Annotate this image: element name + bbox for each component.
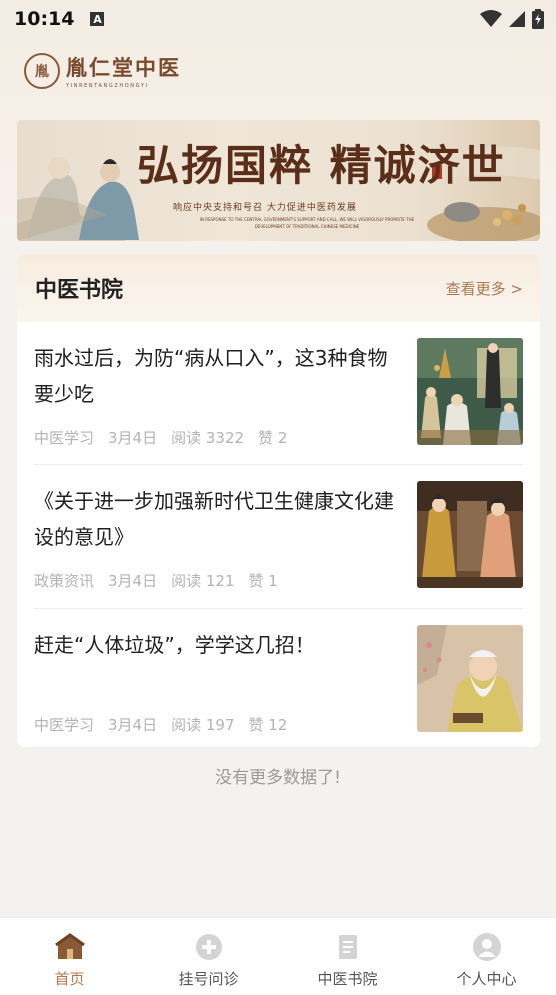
view-more-link[interactable]: 查看更多 > — [446, 278, 523, 299]
article-item[interactable]: 雨水过后，为防“病从口入”，这3种食物要少吃 中医学习 3月4日 阅读 3322… — [34, 322, 523, 466]
section-header: 中医书院 查看更多 > — [17, 254, 540, 322]
article-likes: 赞 1 — [248, 572, 278, 590]
article-title: 《关于进一步加强新时代卫生健康文化建设的意见》 — [34, 489, 394, 549]
tab-consult[interactable]: 挂号问诊 — [139, 918, 278, 995]
wifi-icon — [480, 10, 502, 27]
bottom-tab-bar: 首页 挂号问诊 中医书院 个人中心 — [0, 917, 556, 995]
article-date: 3月4日 — [108, 572, 158, 590]
academy-card: 中医书院 查看更多 > 雨水过后，为防“病从口入”，这3种食物要少吃 中医学习 … — [17, 254, 540, 747]
article-item[interactable]: 《关于进一步加强新时代卫生健康文化建设的意见》 政策资讯 3月4日 阅读 121… — [34, 465, 523, 609]
article-title: 雨水过后，为防“病从口入”，这3种食物要少吃 — [34, 346, 388, 406]
tab-label: 挂号问诊 — [178, 970, 239, 988]
tab-profile[interactable]: 个人中心 — [417, 918, 556, 995]
no-more-data: 没有更多数据了! — [215, 768, 341, 788]
promo-banner[interactable]: 弘扬国粹 精诚济世 响应中央支持和号召 大力促进中医药发展 IN RESPONS… — [17, 120, 540, 241]
app-logo: 胤 胤仁堂中医 YINRENTANGZHONGYI — [24, 52, 181, 89]
tab-label: 首页 — [54, 970, 85, 988]
status-bar: 10:14 A — [0, 0, 556, 38]
banner-english: IN RESPONSE TO THE CENTRAL GOVERNMENT'S … — [199, 217, 415, 229]
notification-indicator: A — [90, 12, 105, 26]
logo-seal-icon: 胤 — [24, 52, 60, 89]
tab-label: 个人中心 — [456, 970, 517, 988]
article-category: 中医学习 — [34, 429, 95, 447]
status-icons — [480, 9, 544, 29]
article-category: 中医学习 — [34, 716, 95, 734]
logo-name: 胤仁堂中医 — [66, 55, 181, 80]
section-title: 中医书院 — [35, 278, 124, 303]
article-meta: 中医学习 3月4日 阅读 3322 赞 2 — [34, 427, 287, 448]
article-thumbnail — [417, 481, 523, 588]
banner-headline: 弘扬国粹 精诚济世 — [137, 141, 506, 190]
article-category: 政策资讯 — [34, 572, 95, 590]
article-reads: 阅读 121 — [171, 572, 235, 590]
person-icon — [472, 933, 501, 961]
article-meta: 中医学习 3月4日 阅读 197 赞 12 — [34, 714, 287, 735]
article-reads: 阅读 197 — [171, 716, 235, 734]
tab-label: 中医书院 — [317, 970, 378, 988]
article-title: 赶走“人体垃圾”，学学这几招！ — [34, 633, 315, 657]
article-item[interactable]: 赶走“人体垃圾”，学学这几招！ 中医学习 3月4日 阅读 197 赞 12 — [34, 609, 523, 747]
signal-icon — [509, 11, 525, 27]
consult-plus-icon — [195, 934, 222, 960]
book-icon — [338, 935, 357, 959]
article-meta: 政策资讯 3月4日 阅读 121 赞 1 — [34, 570, 278, 591]
home-icon — [54, 933, 85, 959]
article-reads: 阅读 3322 — [171, 429, 245, 447]
article-likes: 赞 2 — [258, 429, 288, 447]
battery-icon — [532, 9, 544, 29]
tab-academy[interactable]: 中医书院 — [278, 918, 417, 995]
article-thumbnail — [417, 338, 523, 445]
logo-pinyin: YINRENTANGZHONGYI — [66, 83, 149, 89]
article-likes: 赞 12 — [248, 716, 288, 734]
status-time: 10:14 — [14, 8, 75, 30]
article-date: 3月4日 — [108, 429, 158, 447]
banner-subline: 响应中央支持和号召 大力促进中医药发展 — [173, 203, 357, 213]
article-date: 3月4日 — [108, 716, 158, 734]
article-thumbnail — [417, 625, 523, 732]
tab-home[interactable]: 首页 — [0, 918, 139, 995]
